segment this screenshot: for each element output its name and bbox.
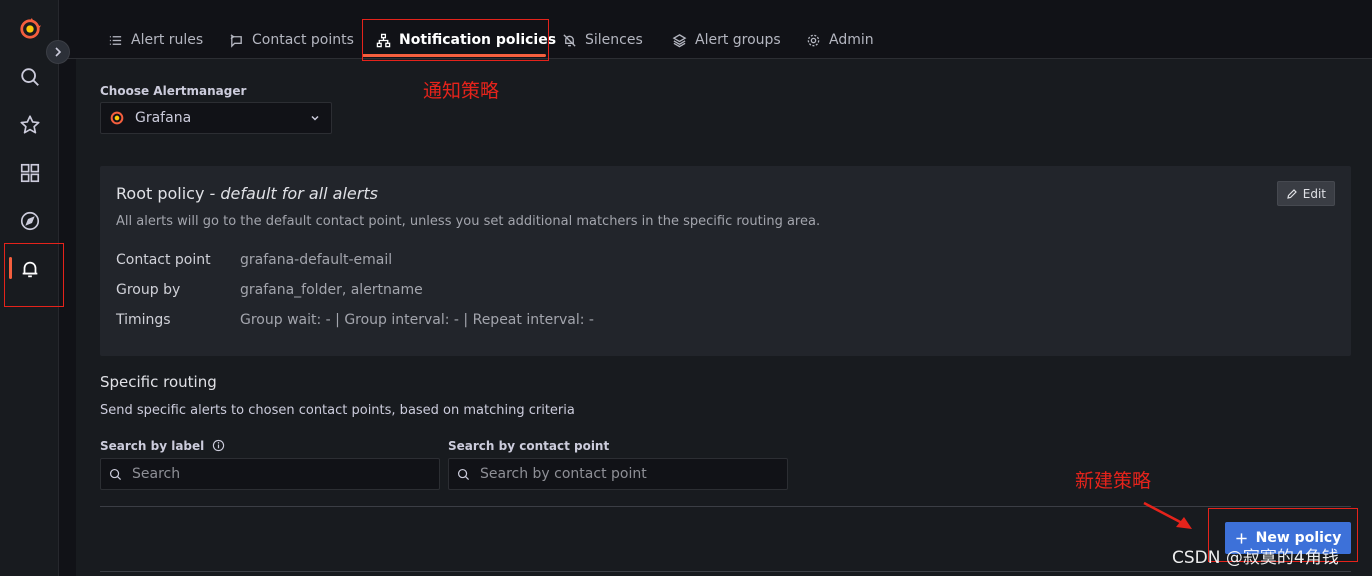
timings-value: Group wait: - | Group interval: - | Repe… [240, 312, 594, 328]
search-icon [457, 468, 470, 480]
grafana-logo-icon [110, 111, 124, 125]
tab-admin[interactable]: Admin [806, 22, 874, 58]
root-policy-title: Root policy - default for all alerts [116, 184, 378, 203]
tab-alert-groups[interactable]: Alert groups [672, 22, 781, 58]
list-icon [109, 35, 122, 45]
pen-icon [1286, 188, 1297, 199]
root-policy-card: Root policy - default for all alerts All… [100, 166, 1351, 356]
info-circle-icon[interactable] [212, 439, 225, 452]
alertmanager-select[interactable]: Grafana [100, 102, 332, 134]
tab-alert-rules[interactable]: Alert rules [108, 22, 203, 58]
cog-icon [807, 34, 820, 46]
search-by-contact-point-label: Search by contact point [448, 439, 610, 453]
tab-label: Contact points [252, 32, 354, 48]
grafana-logo-icon[interactable] [14, 13, 46, 45]
comment-alt-share-icon [230, 33, 242, 48]
edit-root-policy-button[interactable]: Edit [1276, 181, 1335, 206]
tab-silences[interactable]: Silences [562, 22, 643, 58]
group-by-label: Group by [116, 282, 181, 298]
tab-label: Alert rules [131, 32, 204, 48]
explore-compass-icon[interactable] [14, 205, 46, 237]
tab-contact-points[interactable]: Contact points [229, 22, 354, 58]
alerting-bell-icon[interactable] [14, 253, 46, 285]
left-sidebar [0, 0, 59, 576]
tab-label: Notification policies [399, 32, 557, 48]
search-by-contact-point-field[interactable] [448, 458, 788, 490]
search-by-label-field[interactable] [100, 458, 440, 490]
annotation-arrow-icon [1143, 501, 1192, 529]
active-indicator [9, 257, 12, 279]
tab-label: Alert groups [695, 32, 781, 48]
annotation-button-note: 新建策略 [1075, 470, 1152, 492]
active-tab-underline [362, 54, 546, 57]
bell-slash-icon [563, 33, 576, 47]
alerting-tabbar: Alert rules Contact points Notification … [60, 0, 1372, 59]
search-by-label-text: Search by label [100, 439, 205, 453]
csdn-watermark: CSDN @寂寞的4角钱 [1172, 548, 1339, 568]
contact-point-value: grafana-default-email [240, 252, 393, 268]
tab-notification-policies[interactable]: Notification policies [376, 22, 556, 58]
contact-point-label: Contact point [116, 252, 211, 268]
annotation-tab-note: 通知策略 [423, 80, 500, 102]
tab-label: Silences [585, 32, 643, 48]
search-icon[interactable] [14, 61, 46, 93]
specific-routing-description: Send specific alerts to chosen contact p… [100, 403, 575, 418]
layer-group-icon [672, 33, 687, 47]
chevron-down-icon [311, 115, 319, 121]
dashboards-grid-icon[interactable] [14, 157, 46, 189]
search-by-contact-point-input[interactable] [478, 465, 787, 483]
policy-list-top-edge [100, 571, 1351, 572]
group-by-value: grafana_folder, alertname [240, 282, 423, 298]
timings-label: Timings [116, 312, 171, 328]
specific-routing-title: Specific routing [100, 373, 217, 391]
sitemap-icon [376, 33, 391, 47]
alertmanager-label: Choose Alertmanager [100, 84, 247, 98]
expand-sidebar-button[interactable] [46, 40, 70, 64]
search-icon [109, 468, 122, 480]
alertmanager-selected: Grafana [135, 110, 192, 126]
tab-label: Admin [829, 32, 874, 48]
root-policy-title-suffix: - default for all alerts [209, 184, 378, 203]
star-icon[interactable] [14, 109, 46, 141]
edit-label: Edit [1302, 186, 1326, 201]
search-by-label-input[interactable] [130, 465, 439, 483]
root-policy-title-text: Root policy [116, 184, 205, 203]
chevron-right-icon [55, 47, 62, 57]
search-by-label-label: Search by label [100, 439, 225, 453]
root-policy-description: All alerts will go to the default contac… [116, 214, 821, 229]
